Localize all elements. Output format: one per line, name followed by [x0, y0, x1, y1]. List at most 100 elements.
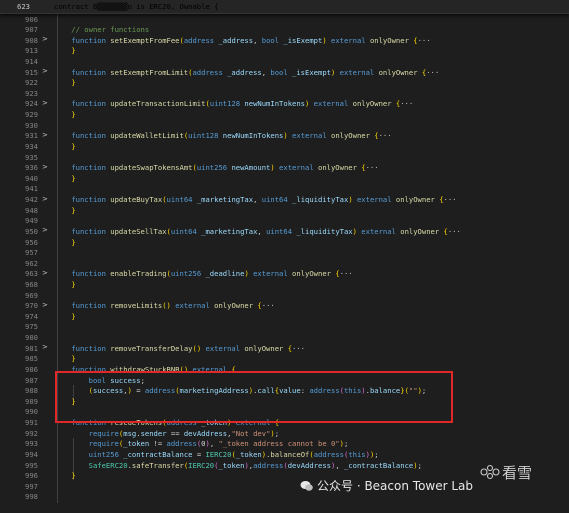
code-text: } [71, 173, 76, 183]
line-number: 941 [25, 184, 38, 194]
code-line[interactable]: 923 [0, 87, 569, 98]
line-number: 914 [25, 56, 38, 66]
fold-chevron-icon[interactable]: > [42, 163, 48, 171]
line-number: 993 [25, 439, 38, 449]
code-text: function updateSellTax(uint64 _marketing… [71, 226, 461, 236]
line-number: 929 [25, 110, 38, 120]
code-line[interactable]: 949 [0, 215, 569, 226]
code-line[interactable]: 980 [0, 332, 569, 343]
code-line[interactable]: 950 > function updateSellTax(uint64 _mark… [0, 225, 569, 236]
fold-chevron-icon[interactable]: > [42, 195, 48, 203]
line-number: 930 [25, 120, 38, 130]
line-number: 969 [25, 290, 38, 300]
code-line[interactable]: 914 [0, 55, 569, 66]
line-number: 990 [25, 407, 38, 417]
code-text: } [71, 354, 76, 364]
code-line[interactable]: 941 [0, 183, 569, 194]
fold-chevron-icon[interactable]: > [42, 99, 48, 107]
code-line[interactable]: 997 [0, 480, 569, 491]
sticky-scroll-header[interactable]: 623 contract B▒▒▒▒▒▒▒o is ERC20, Ownable… [0, 0, 569, 14]
code-line[interactable]: 992 require(msg.sender == devAddress,"No… [0, 427, 569, 438]
line-number: 968 [25, 280, 38, 289]
code-line[interactable]: 915 > function setExemptFromLimit(address… [0, 66, 569, 77]
code-line[interactable]: 907 // owner functions [0, 24, 569, 35]
code-text: } [71, 280, 76, 289]
line-number: 981 [25, 343, 38, 353]
watermark-text: 公众号 · Beacon Tower Lab [317, 479, 474, 493]
line-number: 963 [25, 269, 38, 279]
code-line[interactable]: 970 > function removeLimits() external on… [0, 300, 569, 311]
code-text: function setExemptFromLimit(address _add… [71, 67, 440, 77]
code-text: uint256 _contractBalance = IERC20(_token… [88, 449, 379, 459]
line-number: 987 [25, 375, 38, 385]
line-number: 998 [25, 492, 38, 502]
code-line[interactable]: 924 > function updateTransactionLimit(uin… [0, 98, 569, 109]
line-number: 906 [25, 14, 38, 24]
code-line[interactable]: 929 } [0, 109, 569, 120]
fold-chevron-icon[interactable]: > [42, 35, 48, 43]
code-line[interactable]: 975 [0, 321, 569, 332]
code-line[interactable]: 962 [0, 257, 569, 268]
code-line[interactable]: 940 } [0, 172, 569, 183]
line-number: 922 [25, 78, 38, 88]
fold-chevron-icon[interactable]: > [42, 67, 48, 75]
line-number: 994 [25, 449, 38, 459]
line-number: 942 [25, 195, 38, 205]
code-text: require(msg.sender == devAddress,"Not de… [88, 428, 280, 438]
code-line[interactable]: 969 [0, 289, 569, 300]
code-text: function enableTrading(uint256 _deadline… [71, 269, 353, 279]
code-line[interactable]: 948 } [0, 204, 569, 215]
code-line[interactable]: 930 [0, 119, 569, 130]
line-number: 956 [25, 237, 38, 247]
code-line[interactable]: 956 } [0, 236, 569, 247]
code-text: function setExemptFromFee(address _addre… [71, 35, 431, 45]
code-line[interactable]: 974 } [0, 310, 569, 321]
line-number: 924 [25, 99, 38, 109]
code-line[interactable]: 998 [0, 491, 569, 502]
wechat-icon [300, 480, 313, 491]
code-line[interactable]: 994 uint256 _contractBalance = IERC20(_t… [0, 448, 569, 459]
line-number: 986 [25, 364, 38, 374]
code-line[interactable]: 942 > function updateBuyTax(uint64 _marke… [0, 194, 569, 205]
code-line[interactable]: 963 > function enableTrading(uint256 _dea… [0, 268, 569, 279]
fold-chevron-icon[interactable]: > [42, 226, 48, 234]
fold-chevron-icon[interactable]: > [42, 131, 48, 139]
line-number: 923 [25, 88, 38, 98]
code-line[interactable]: 968 } [0, 279, 569, 290]
code-line[interactable]: 936 > function updateSwapTokensAmt(uint25… [0, 162, 569, 173]
line-number: 907 [25, 25, 38, 35]
line-number: 908 [25, 35, 38, 45]
code-line[interactable]: 922 } [0, 77, 569, 88]
code-line[interactable]: 931 > function updateWalletLimit(uint128 … [0, 130, 569, 141]
line-number: 970 [25, 301, 38, 311]
code-text: } [71, 311, 76, 321]
fold-chevron-icon[interactable]: > [42, 269, 48, 277]
code-line-contract-declaration[interactable]: contract B▒▒▒▒▒▒▒o is ERC20, Ownable { [54, 2, 218, 11]
line-number: 992 [25, 428, 38, 438]
line-number: 950 [25, 226, 38, 236]
line-number: 940 [25, 173, 38, 183]
fold-chevron-icon[interactable]: > [42, 301, 48, 309]
line-number: 931 [25, 131, 38, 141]
line-number: 989 [25, 396, 38, 406]
line-number: 934 [25, 141, 38, 151]
code-line[interactable]: 993 require(_token != address(0), "_toke… [0, 438, 569, 449]
code-text: } [71, 237, 76, 247]
kanxue-logo: 看雪 [480, 464, 532, 481]
highlight-box-withdraw-function [55, 371, 453, 423]
code-line[interactable]: 957 [0, 247, 569, 258]
code-line[interactable]: 935 [0, 151, 569, 162]
code-line[interactable]: 981 > function removeTransferDelay() exte… [0, 342, 569, 353]
line-number: 949 [25, 216, 38, 226]
code-line[interactable]: 906 [0, 13, 569, 24]
code-text: // owner functions [54, 25, 150, 35]
line-number: 948 [25, 205, 38, 215]
code-editor[interactable]: 906 907 // owner functions 908 > function s… [0, 13, 569, 513]
code-line[interactable]: 934 } [0, 140, 569, 151]
code-text: function updateSwapTokensAmt(uint256 new… [71, 163, 379, 173]
code-line[interactable]: 908 > function setExemptFromFee(address _… [0, 34, 569, 45]
fold-chevron-icon[interactable]: > [42, 343, 48, 351]
code-line[interactable]: 985 } [0, 353, 569, 364]
code-text: } [71, 205, 76, 215]
code-line[interactable]: 913 } [0, 45, 569, 56]
